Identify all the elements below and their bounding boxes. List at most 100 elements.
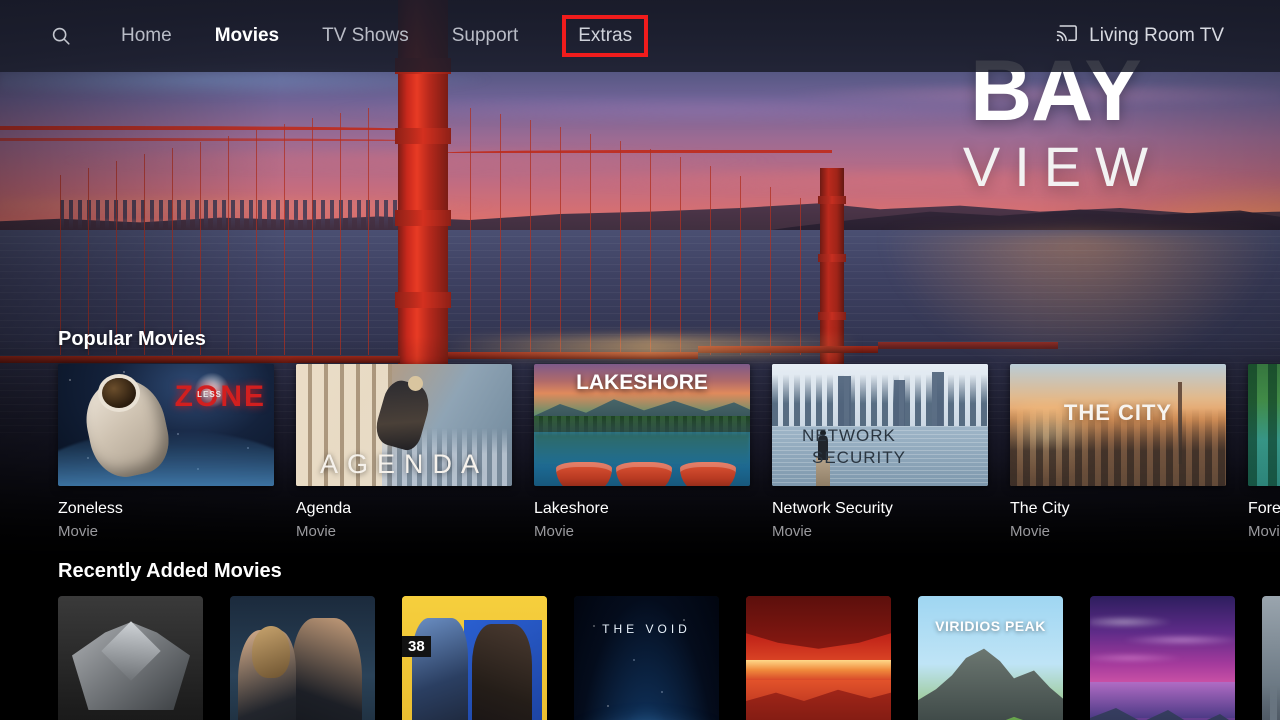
poster-art bbox=[58, 596, 203, 720]
poster-art bbox=[402, 596, 547, 720]
poster-title-text-2: LESS bbox=[197, 390, 222, 399]
nav-item-movies[interactable]: Movies bbox=[215, 19, 279, 53]
search-icon[interactable] bbox=[44, 19, 78, 53]
trees bbox=[1248, 364, 1280, 486]
cast-device-label: Living Room TV bbox=[1089, 25, 1224, 46]
canoe bbox=[616, 462, 672, 486]
nav-left-group: Home Movies TV Shows Support Extras bbox=[0, 15, 649, 57]
movie-subtitle: Movie bbox=[1248, 523, 1280, 541]
tall-building bbox=[932, 372, 944, 428]
poster-title-text: THE CITY bbox=[1063, 400, 1173, 425]
movie-subtitle: Movie bbox=[772, 523, 813, 541]
cast-device-button[interactable]: Living Room TV bbox=[1056, 24, 1280, 48]
tall-building bbox=[838, 376, 851, 428]
poster-title-text: LAKESHORE bbox=[576, 371, 708, 394]
movie-card-grey-city[interactable] bbox=[1262, 596, 1280, 720]
poster-title-text-2: SECURITY bbox=[812, 448, 906, 467]
canoe bbox=[680, 462, 736, 486]
poster-agenda[interactable]: AGENDA bbox=[296, 364, 512, 486]
movie-title: Network Security bbox=[772, 500, 893, 517]
movie-card-kingdoms[interactable]: KINGDOMS bbox=[58, 596, 203, 720]
poster-art bbox=[1248, 364, 1280, 486]
poster-art bbox=[918, 596, 1063, 720]
row-title-recently-added: Recently Added Movies bbox=[58, 560, 282, 582]
person-1 bbox=[412, 618, 468, 720]
top-navigation-bar: Home Movies TV Shows Support Extras Livi… bbox=[0, 0, 1280, 72]
peak bbox=[918, 648, 1063, 720]
horizon-band bbox=[746, 660, 891, 680]
movie-card-agenda[interactable]: AGENDA Agenda Movie bbox=[296, 364, 512, 540]
poster-viridios-peak[interactable]: VIRIDIOS PEAK bbox=[918, 596, 1063, 720]
rail-popular-movies[interactable]: ZONE LESS Zoneless Movie AGENDA Agenda M… bbox=[0, 364, 1280, 540]
nav-item-extras[interactable]: Extras bbox=[562, 15, 649, 57]
stars bbox=[574, 596, 719, 720]
poster-art bbox=[230, 596, 375, 720]
tv-streaming-app: BAY VIEW Home Movies TV Shows Support Ex… bbox=[0, 0, 1280, 720]
mesa bbox=[746, 689, 891, 720]
movie-title: Lakeshore bbox=[534, 500, 609, 517]
card-meta: Agenda Movie bbox=[296, 486, 512, 540]
poster-art bbox=[746, 596, 891, 720]
poster-downtown[interactable]: 38 DOWNTOWN bbox=[402, 596, 547, 720]
poster-art bbox=[1090, 596, 1235, 720]
movie-card-network-security[interactable]: NETWORK SECURITY Network Security Movie bbox=[772, 364, 988, 540]
clouds bbox=[1090, 612, 1235, 680]
poster-forest[interactable] bbox=[1248, 364, 1280, 486]
hero-title: BAY VIEW bbox=[949, 48, 1162, 200]
movie-card-the-void[interactable]: THE VOID bbox=[574, 596, 719, 720]
hero-title-sub: VIEW bbox=[962, 135, 1162, 199]
poster-lakeshore[interactable]: LAKESHORE bbox=[534, 364, 750, 486]
poster-title-text: AGENDA bbox=[319, 449, 489, 479]
poster-the-void[interactable]: THE VOID bbox=[574, 596, 719, 720]
skyline bbox=[1262, 686, 1280, 720]
nav-item-tv-shows[interactable]: TV Shows bbox=[322, 19, 409, 53]
card-meta: Forest Movie bbox=[1248, 486, 1280, 540]
cast-icon bbox=[1056, 24, 1078, 48]
row-recently-added-movies: Recently Added Movies KINGDOMS bbox=[0, 560, 1280, 720]
poster-kingdoms[interactable]: KINGDOMS bbox=[58, 596, 203, 720]
movie-subtitle: Movie bbox=[1010, 523, 1051, 541]
movie-card-lakeshore[interactable]: LAKESHORE Lakeshore Movie bbox=[534, 364, 750, 540]
poster-art bbox=[574, 596, 719, 720]
movie-card-desertion[interactable]: DESERTION bbox=[230, 596, 375, 720]
poster-the-city[interactable]: THE CITY bbox=[1010, 364, 1226, 486]
canoe bbox=[556, 462, 612, 486]
card-meta: Lakeshore Movie bbox=[534, 486, 750, 540]
person-2 bbox=[472, 624, 532, 720]
movie-card-downtown[interactable]: 38 DOWNTOWN bbox=[402, 596, 547, 720]
movie-title: Zoneless bbox=[58, 500, 123, 517]
skyline-buildings bbox=[772, 370, 988, 426]
movie-card-origins[interactable]: ORIGINS bbox=[1090, 596, 1235, 720]
nav-item-home[interactable]: Home bbox=[121, 19, 172, 53]
movie-subtitle: Movie bbox=[534, 523, 575, 541]
poster-title-text: THE VOID bbox=[602, 622, 691, 636]
movie-card-forest[interactable]: Forest Movie bbox=[1248, 364, 1280, 540]
movie-card-the-city[interactable]: THE CITY The City Movie bbox=[1010, 364, 1226, 540]
poster-zoneless[interactable]: ZONE LESS bbox=[58, 364, 274, 486]
card-meta: The City Movie bbox=[1010, 486, 1226, 540]
card-meta: Zoneless Movie bbox=[58, 486, 274, 540]
poster-grand-ridge[interactable]: GRAND RIDGE bbox=[746, 596, 891, 720]
rail-recently-added[interactable]: KINGDOMS DESERTION bbox=[0, 596, 1280, 720]
poster-badge: 38 bbox=[402, 636, 431, 657]
row-title-popular: Popular Movies bbox=[58, 328, 206, 350]
movie-title: The City bbox=[1010, 500, 1070, 517]
movie-subtitle: Movie bbox=[296, 523, 337, 541]
woman-hair bbox=[252, 626, 290, 678]
row-popular-movies: Popular Movies ZONE LESS Zoneless Movie … bbox=[0, 328, 1280, 540]
poster-title-text: NETWORK bbox=[802, 426, 896, 445]
tall-building bbox=[894, 380, 905, 428]
movie-title: Forest bbox=[1248, 500, 1280, 517]
astronaut-helmet bbox=[102, 378, 136, 408]
poster-desertion[interactable]: DESERTION bbox=[230, 596, 375, 720]
movie-card-viridios-peak[interactable]: VIRIDIOS PEAK bbox=[918, 596, 1063, 720]
poster-origins[interactable]: ORIGINS bbox=[1090, 596, 1235, 720]
man-head bbox=[408, 376, 423, 391]
man bbox=[292, 618, 362, 720]
poster-network-security[interactable]: NETWORK SECURITY bbox=[772, 364, 988, 486]
movie-subtitle: Movie bbox=[58, 523, 99, 541]
nav-item-support[interactable]: Support bbox=[452, 19, 519, 53]
movie-card-grand-ridge[interactable]: GRAND RIDGE bbox=[746, 596, 891, 720]
movie-card-zoneless[interactable]: ZONE LESS Zoneless Movie bbox=[58, 364, 274, 540]
poster-grey-city[interactable] bbox=[1262, 596, 1280, 720]
